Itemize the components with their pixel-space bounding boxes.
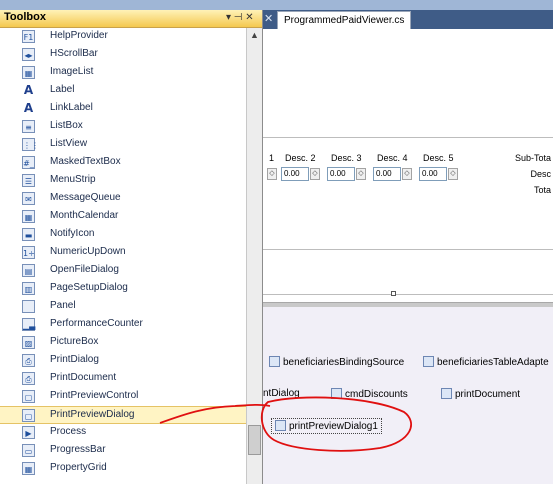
annotation-arrow-line	[159, 403, 271, 424]
annotation-circle	[260, 396, 412, 452]
red-annotation-overlay	[159, 396, 412, 452]
